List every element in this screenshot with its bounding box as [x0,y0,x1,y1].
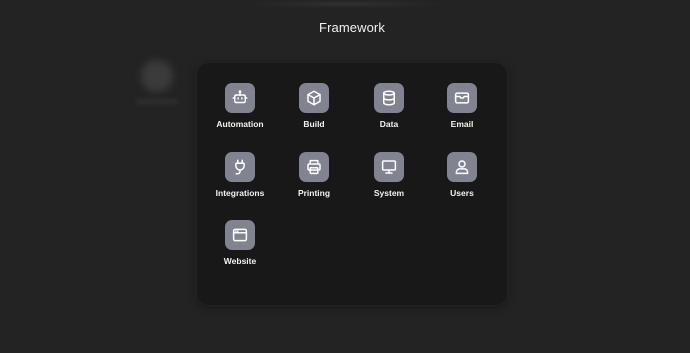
browser-window-icon [231,226,249,244]
envelope-icon [453,89,471,107]
app-printing[interactable]: Printing [277,152,351,208]
app-tile [374,83,404,113]
app-users[interactable]: Users [425,152,499,208]
cube-icon [305,89,323,107]
app-tile [299,152,329,182]
app-website[interactable]: Website [203,220,277,276]
page-title: Framework [319,20,385,35]
desktop-stage: Framework Automation Build Data Email In… [0,0,690,353]
monitor-icon [380,158,398,176]
app-label: Users [450,188,474,198]
top-fade [250,0,440,8]
app-tile [374,152,404,182]
app-tile [447,83,477,113]
app-system[interactable]: System [352,152,426,208]
app-tile [299,83,329,113]
app-label: Website [223,256,257,266]
background-avatar-blur [141,60,173,92]
plug-icon [231,158,249,176]
app-automation[interactable]: Automation [203,83,277,139]
app-tile [225,83,255,113]
background-label-blur [136,99,178,104]
app-launcher-panel: Automation Build Data Email Integrations… [197,63,507,305]
app-tile [225,152,255,182]
app-build[interactable]: Build [277,83,351,139]
app-data[interactable]: Data [352,83,426,139]
database-icon [380,89,398,107]
app-tile [447,152,477,182]
app-label: Email [450,119,474,129]
app-tile [225,220,255,250]
app-integrations[interactable]: Integrations [203,152,277,208]
printer-icon [305,158,323,176]
app-email[interactable]: Email [425,83,499,139]
user-icon [453,158,471,176]
robot-icon [231,89,249,107]
